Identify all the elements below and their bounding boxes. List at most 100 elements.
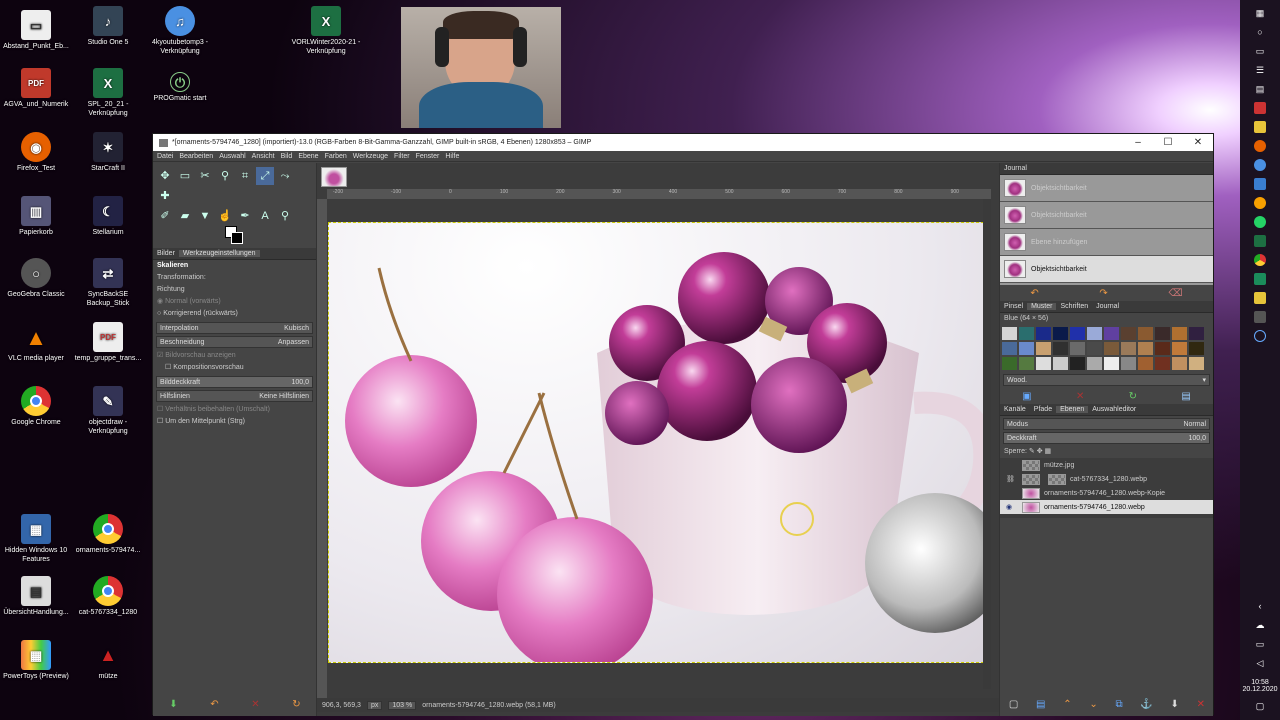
pattern-swatch[interactable] (1019, 342, 1034, 355)
menu-bearbeiten[interactable]: Bearbeiten (179, 153, 213, 160)
unit-select[interactable]: px (366, 700, 383, 710)
new-layer-icon[interactable]: ▢ (1009, 699, 1018, 710)
save-options-icon[interactable]: ⬇ (169, 699, 177, 710)
pattern-swatch[interactable] (1104, 342, 1119, 355)
desktop-icon-studio-one[interactable]: ♪ Studio One 5 (72, 6, 144, 47)
scissors-icon[interactable]: ✂ (196, 167, 214, 185)
journal-item[interactable]: Ebene hinzufügen (1000, 229, 1213, 256)
folder-icon[interactable] (1254, 121, 1266, 133)
menu-farben[interactable]: Farben (325, 153, 347, 160)
text-tool-icon[interactable]: A (256, 207, 274, 225)
pattern-swatch[interactable] (1053, 327, 1068, 340)
chrome-icon[interactable] (1254, 254, 1266, 266)
pattern-swatch[interactable] (1070, 357, 1085, 370)
pattern-grid[interactable] (1000, 325, 1213, 372)
background-color[interactable] (231, 232, 243, 244)
delete-layer-icon[interactable]: ✕ (1197, 699, 1205, 710)
pattern-swatch[interactable] (1019, 327, 1034, 340)
pattern-swatch[interactable] (1070, 342, 1085, 355)
menu-datei[interactable]: Datei (157, 153, 173, 160)
menu-auswahl[interactable]: Auswahl (219, 153, 245, 160)
network-icon[interactable]: ▭ (1254, 638, 1266, 650)
desktop-icon-syncback[interactable]: ⇄ SyncBackSE Backup_Stick (72, 258, 144, 308)
pattern-swatch[interactable] (1053, 342, 1068, 355)
desktop-icon-4kyoutube[interactable]: ♫ 4kyoutubetomp3 - Verknüpfung (144, 6, 216, 56)
zoom-icon[interactable]: ⚲ (276, 207, 294, 225)
tab-pinsel[interactable]: Pinsel (1000, 303, 1027, 310)
tab-ebenen[interactable]: Ebenen (1056, 406, 1089, 413)
pattern-swatch[interactable] (1087, 357, 1102, 370)
pattern-swatch[interactable] (1087, 327, 1102, 340)
notification-icon[interactable]: ▢ (1254, 700, 1266, 712)
duplicate-layer-icon[interactable]: ⧉ (1115, 699, 1122, 710)
layer-row-selected[interactable]: ◉ ornaments-5794746_1280.webp (1000, 500, 1213, 514)
warp-icon[interactable]: ⤳ (276, 167, 294, 185)
pattern-swatch[interactable] (1189, 342, 1204, 355)
undo-icon[interactable]: ↶ (1030, 288, 1038, 299)
explorer-icon[interactable]: ▤ (1254, 83, 1266, 95)
desktop-icon-vlc[interactable]: ▲ VLC media player (0, 322, 72, 363)
layer-row[interactable]: ⛓ cat-5767334_1280.webp (1000, 472, 1213, 486)
pattern-swatch[interactable] (1002, 327, 1017, 340)
app-icon[interactable] (1254, 178, 1266, 190)
desktop-icon-firefox[interactable]: ◉ Firefox_Test (0, 132, 72, 173)
lock-icons[interactable]: ✎ ✥ ▦ (1029, 448, 1051, 455)
search-icon[interactable]: ○ (1254, 26, 1266, 38)
tab-werkzeugeinstellungen[interactable]: Werkzeugeinstellungen (178, 250, 260, 257)
pattern-swatch[interactable] (1189, 357, 1204, 370)
open-pattern-icon[interactable]: ▤ (1181, 391, 1190, 402)
pattern-swatch[interactable] (1019, 357, 1034, 370)
mittelpunkt-checkbox[interactable]: ☐ Um den Mittelpunkt (Strg) (153, 416, 316, 428)
browser-icon[interactable] (1254, 159, 1266, 171)
bucket-fill-icon[interactable]: ▼ (196, 207, 214, 225)
bildvorschau-checkbox[interactable]: ☑ Bildvorschau anzeigen (153, 350, 316, 362)
pattern-swatch[interactable] (1002, 342, 1017, 355)
pattern-swatch[interactable] (1172, 327, 1187, 340)
desktop-icon-papierkorb[interactable]: ▥ Papierkorb (0, 196, 72, 237)
desktop-icon-starcraft[interactable]: ✶ StarCraft II (72, 132, 144, 173)
path-icon[interactable]: ✒ (236, 207, 254, 225)
desktop-icon-stellarium[interactable]: ☾ Stellarium (72, 196, 144, 237)
desktop-icon-abstand[interactable]: ▭ Abstand_Punkt_Eb... (0, 10, 72, 51)
task-view-icon[interactable]: ▭ (1254, 45, 1266, 57)
widgets-icon[interactable]: ☰ (1254, 64, 1266, 76)
menu-hilfe[interactable]: Hilfe (445, 153, 459, 160)
tab-pfade[interactable]: Pfade (1030, 406, 1056, 413)
menu-werkzeuge[interactable]: Werkzeuge (353, 153, 388, 160)
merge-layer-icon[interactable]: ⬇ (1171, 699, 1179, 710)
desktop-icon-temp-gruppe[interactable]: PDF temp_gruppe_trans... (72, 322, 144, 363)
pattern-swatch[interactable] (1104, 357, 1119, 370)
beschneidung-select[interactable]: Beschneidung Anpassen (156, 336, 313, 348)
menu-filter[interactable]: Filter (394, 153, 410, 160)
desktop-icon-geogebra[interactable]: ○ GeoGebra Classic (0, 258, 72, 299)
desktop-icon-muetze[interactable]: ▲ mütze (72, 640, 144, 681)
app-icon[interactable] (1254, 330, 1266, 342)
radio-korrigierend[interactable]: ○ Korrigierend (rückwärts) (153, 308, 316, 320)
desktop-icon-agva[interactable]: PDF AGVA_und_Numerik (0, 68, 72, 109)
maximize-button[interactable]: ☐ (1153, 137, 1183, 148)
layer-mode-select[interactable]: Modus Normal (1003, 418, 1210, 430)
move-tool-icon[interactable]: ✥ (156, 167, 174, 185)
pattern-swatch[interactable] (1138, 357, 1153, 370)
menu-ebene[interactable]: Ebene (298, 153, 318, 160)
interpolation-select[interactable]: Interpolation Kubisch (156, 322, 313, 334)
image-canvas[interactable] (328, 222, 989, 663)
anchor-icon[interactable]: ⚓ (1140, 699, 1152, 710)
pattern-swatch[interactable] (1121, 342, 1136, 355)
pattern-swatch[interactable] (1036, 342, 1051, 355)
menu-ansicht[interactable]: Ansicht (252, 153, 275, 160)
desktop-icon-ornaments[interactable]: ornaments-579474... (72, 514, 144, 555)
app-icon[interactable] (1254, 273, 1266, 285)
minimize-button[interactable]: – (1123, 137, 1153, 148)
pattern-swatch[interactable] (1087, 342, 1102, 355)
excel-icon[interactable] (1254, 235, 1266, 247)
new-group-icon[interactable]: ▤ (1036, 699, 1045, 710)
tab-muster[interactable]: Muster (1027, 303, 1057, 310)
radio-normal[interactable]: ◉ Normal (vorwärts) (153, 296, 316, 308)
pattern-swatch[interactable] (1036, 327, 1051, 340)
app-icon[interactable] (1254, 102, 1266, 114)
title-bar[interactable]: *[ornaments-5794746_1280] (importiert)-1… (153, 134, 1213, 151)
tab-journal-2[interactable]: Journal (1092, 303, 1123, 310)
pattern-swatch[interactable] (1070, 327, 1085, 340)
menu-fenster[interactable]: Fenster (416, 153, 440, 160)
